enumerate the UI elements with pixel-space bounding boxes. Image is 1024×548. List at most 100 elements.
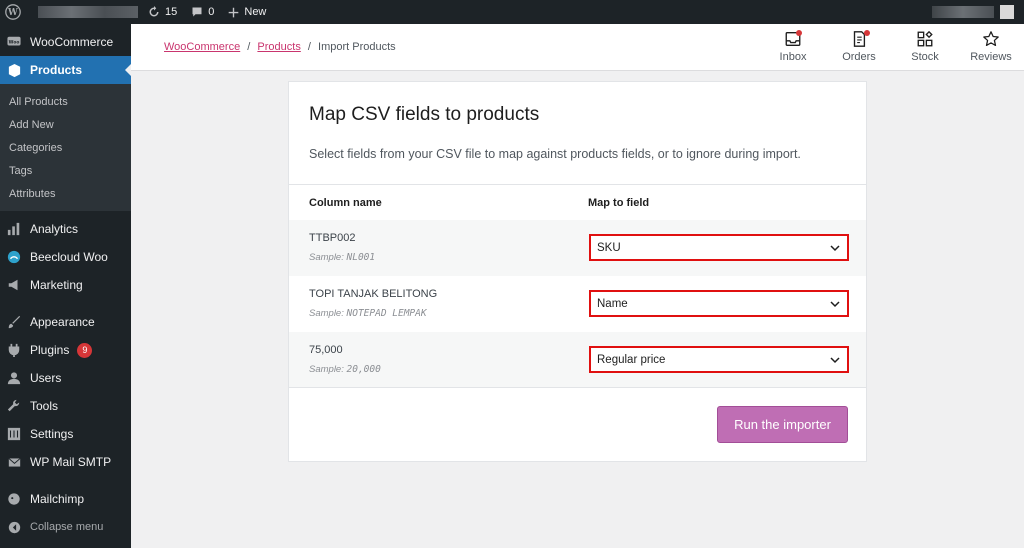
sidebar-item-label: WP Mail SMTP <box>30 455 112 469</box>
tab-orders[interactable]: Orders <box>826 30 892 63</box>
sidebar-item-wp-mail-smtp[interactable]: WP Mail SMTP <box>0 448 131 476</box>
breadcrumb: WooCommerce / Products / Import Products <box>164 41 396 53</box>
site-name-blurred[interactable] <box>38 6 138 18</box>
map-field-select[interactable]: Name <box>589 290 849 317</box>
wordpress-logo-icon[interactable]: W <box>0 0 26 24</box>
updates-link[interactable]: 15 <box>148 6 177 18</box>
tab-label: Orders <box>842 51 876 63</box>
products-submenu: All Products Add New Categories Tags Att… <box>0 84 131 211</box>
activity-panel-tabs: Inbox Orders Stock Reviews <box>760 30 1024 63</box>
comments-count: 0 <box>208 6 215 18</box>
sidebar-item-analytics[interactable]: Analytics <box>0 215 131 243</box>
selected-field: Name <box>597 297 628 310</box>
sidebar-item-mailchimp[interactable]: Mailchimp <box>0 485 131 513</box>
admin-bar: W 15 0 New <box>0 0 1024 24</box>
sidebar-item-label: Users <box>30 371 62 385</box>
sample-value: Sample: 20,000 <box>309 364 381 375</box>
sidebar-item-label: Plugins <box>30 343 70 357</box>
submenu-categories[interactable]: Categories <box>0 136 131 159</box>
column-name-header: Column name <box>309 197 382 209</box>
sidebar-item-marketing[interactable]: Marketing <box>0 271 131 299</box>
tab-label: Reviews <box>970 51 1012 63</box>
sample-value: Sample: NOTEPAD LEMPAK <box>309 308 427 319</box>
run-importer-button[interactable]: Run the importer <box>717 406 848 443</box>
sample-text: NL001 <box>346 252 376 263</box>
submenu-tags[interactable]: Tags <box>0 159 131 182</box>
sidebar-item-plugins[interactable]: Plugins 9 <box>0 336 131 364</box>
sidebar-item-label: Products <box>30 63 83 77</box>
sidebar-item-appearance[interactable]: Appearance <box>0 308 131 336</box>
updates-icon <box>149 6 159 17</box>
divider <box>289 387 866 388</box>
comments-link[interactable]: 0 <box>191 6 214 18</box>
sample-label: Sample: <box>309 364 344 375</box>
breadcrumb-separator: / <box>307 41 311 53</box>
breadcrumb-products-link[interactable]: Products <box>257 41 300 53</box>
sidebar-item-woocommerce[interactable]: Woo WooCommerce <box>0 28 131 56</box>
paintbrush-icon <box>6 314 22 330</box>
map-field-select[interactable]: Regular price <box>589 346 849 373</box>
csv-column-name: 75,000 <box>309 344 343 356</box>
avatar <box>1000 5 1014 19</box>
table-row: TTBP002 Sample: NL001 SKU <box>289 220 866 276</box>
plugins-update-badge: 9 <box>77 342 93 358</box>
sidebar-item-label: Beecloud Woo <box>30 250 108 264</box>
chevron-down-icon <box>830 244 840 251</box>
updates-count: 15 <box>165 6 178 18</box>
tab-reviews[interactable]: Reviews <box>958 30 1024 63</box>
beecloud-icon <box>6 249 22 265</box>
submenu-add-new[interactable]: Add New <box>0 113 131 136</box>
plug-icon <box>6 342 22 358</box>
csv-column-name: TTBP002 <box>309 232 356 244</box>
tab-label: Inbox <box>779 51 807 63</box>
sidebar-item-label: Appearance <box>30 315 95 329</box>
products-box-icon <box>6 62 22 78</box>
bar-chart-icon <box>6 221 22 237</box>
sidebar-item-label: Analytics <box>30 222 79 236</box>
tab-label: Stock <box>911 51 939 63</box>
svg-text:Woo: Woo <box>9 39 20 45</box>
collapse-menu-label: Collapse menu <box>30 521 104 533</box>
table-row: TOPI TANJAK BELITONG Sample: NOTEPAD LEM… <box>289 276 866 332</box>
selected-field: Regular price <box>597 353 666 366</box>
column-mapping-card: Map CSV fields to products Select fields… <box>288 81 867 462</box>
settings-sliders-icon <box>6 426 22 442</box>
sidebar-item-label: Mailchimp <box>30 492 85 506</box>
breadcrumb-woocommerce-link[interactable]: WooCommerce <box>164 41 240 53</box>
sidebar-item-label: Marketing <box>30 278 83 292</box>
csv-column-name: TOPI TANJAK BELITONG <box>309 288 438 300</box>
sidebar-item-label: Tools <box>30 399 59 413</box>
woocommerce-icon: Woo <box>6 34 22 50</box>
submenu-all-products[interactable]: All Products <box>0 90 131 113</box>
user-icon <box>6 370 22 386</box>
username-blurred <box>932 6 994 18</box>
collapse-menu-button[interactable]: Collapse menu <box>0 513 131 541</box>
tab-inbox[interactable]: Inbox <box>760 30 826 63</box>
sidebar-item-beecloud[interactable]: Beecloud Woo <box>0 243 131 271</box>
megaphone-icon <box>6 277 22 293</box>
sidebar-item-tools[interactable]: Tools <box>0 392 131 420</box>
new-label: New <box>244 6 267 18</box>
tab-stock[interactable]: Stock <box>892 30 958 63</box>
sample-value: Sample: NL001 <box>309 252 375 263</box>
sidebar-item-users[interactable]: Users <box>0 364 131 392</box>
inbox-notification-dot <box>796 30 802 36</box>
card-description: Select fields from your CSV file to map … <box>309 147 801 161</box>
table-row: 75,000 Sample: 20,000 Regular price <box>289 332 866 388</box>
sidebar-item-settings[interactable]: Settings <box>0 420 131 448</box>
account-menu[interactable] <box>932 5 1014 19</box>
mapping-table-header: Column name Map to field <box>289 185 866 220</box>
chevron-down-icon <box>830 356 840 363</box>
selected-field: SKU <box>597 241 621 254</box>
new-content-link[interactable]: New <box>228 6 266 18</box>
collapse-arrow-icon <box>6 519 22 535</box>
woocommerce-header: WooCommerce / Products / Import Products… <box>131 24 1024 71</box>
orders-notification-dot <box>864 30 870 36</box>
map-to-field-header: Map to field <box>588 197 650 209</box>
page-title: Map CSV fields to products <box>309 104 540 125</box>
sample-label: Sample: <box>309 308 344 319</box>
sidebar-item-products[interactable]: Products <box>0 56 131 84</box>
submenu-attributes[interactable]: Attributes <box>0 182 131 205</box>
map-field-select[interactable]: SKU <box>589 234 849 261</box>
sample-text: 20,000 <box>346 364 381 375</box>
